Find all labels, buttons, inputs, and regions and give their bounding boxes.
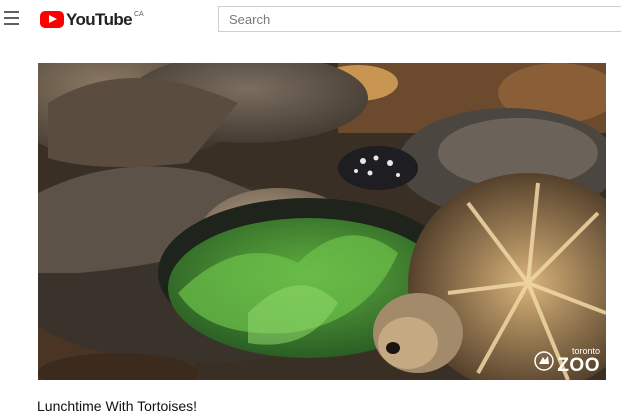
video-title: Lunchtime With Tortoises! — [37, 398, 198, 414]
top-bar: YouTube CA — [0, 0, 621, 42]
video-frame — [38, 63, 606, 380]
youtube-play-icon — [40, 11, 64, 28]
search-input[interactable] — [219, 7, 621, 31]
region-code: CA — [134, 11, 144, 18]
zoo-logo-icon — [534, 351, 555, 371]
menu-icon[interactable] — [4, 11, 19, 25]
toronto-zoo-watermark: toronto ZOO — [534, 347, 600, 375]
youtube-logo[interactable]: YouTube CA — [40, 10, 144, 30]
search-box[interactable] — [218, 6, 621, 32]
video-player[interactable]: toronto ZOO — [38, 63, 606, 380]
watermark-main-text: ZOO — [557, 355, 600, 376]
logo-text: YouTube — [66, 10, 133, 29]
